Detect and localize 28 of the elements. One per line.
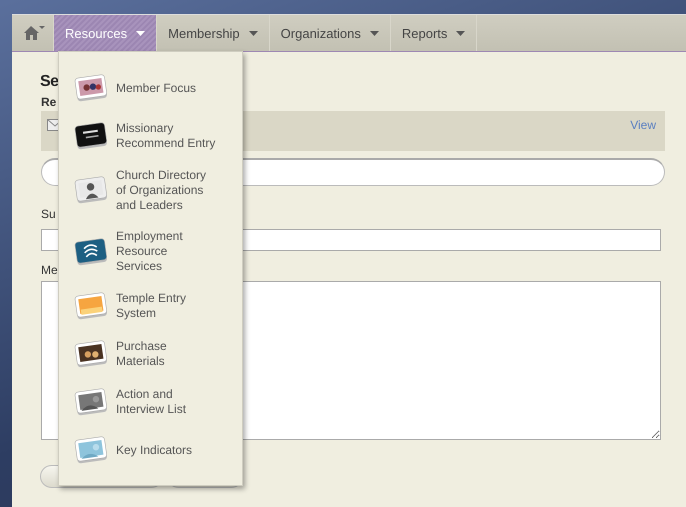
nav-menu[interactable]: Reports [390, 15, 478, 51]
globe-card-icon [74, 238, 108, 266]
nav-menu[interactable]: Organizations [270, 15, 391, 51]
caret-icon [248, 30, 258, 36]
caret-icon [456, 30, 466, 36]
menu-item[interactable]: Missionary Recommend Entry [59, 113, 242, 159]
menu-item[interactable]: Action and Interview List [59, 378, 242, 426]
image-card-icon [74, 388, 108, 416]
menu-item[interactable]: Key Indicators [59, 426, 242, 474]
photo-card-icon [74, 340, 108, 368]
field-label: Re [41, 95, 56, 111]
menu-item[interactable]: Temple Entry System [59, 282, 242, 330]
caret-icon [136, 30, 146, 36]
image-card-icon [74, 436, 108, 464]
field-label: Me [41, 263, 58, 279]
field-label: Su [41, 207, 56, 223]
menu-item[interactable]: Purchase Materials [59, 330, 242, 378]
photo-card-icon [74, 74, 108, 102]
caret-icon [370, 30, 379, 36]
menu-item[interactable]: Employment Resource Services [59, 221, 242, 282]
id-card-icon [74, 122, 108, 150]
sunset-card-icon [74, 292, 108, 320]
home-icon [22, 25, 44, 41]
nav-menu[interactable]: Resources [54, 15, 158, 51]
menu-item[interactable]: Church Directory of Organizations and Leaders [59, 159, 242, 221]
page-heading: Se [40, 73, 59, 92]
person-card-icon [74, 176, 108, 204]
menu-item[interactable]: Member Focus [59, 63, 242, 113]
